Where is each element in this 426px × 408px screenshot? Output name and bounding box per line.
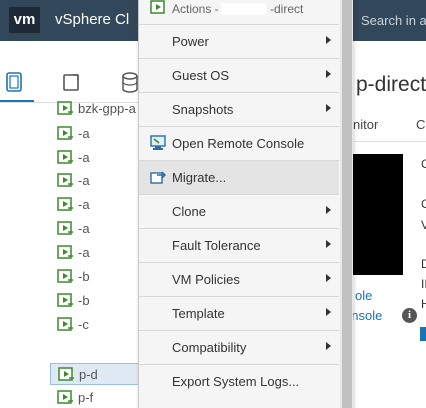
vm-icon bbox=[57, 390, 75, 408]
menu-item-label: VM Policies bbox=[172, 272, 240, 287]
tree-vm-item[interactable]: -a bbox=[50, 218, 142, 240]
vm-icon bbox=[57, 173, 75, 194]
vm-icon bbox=[57, 221, 75, 242]
menu-item-export-system-logs[interactable]: Export System Logs... bbox=[139, 364, 339, 398]
storage-icon[interactable] bbox=[121, 72, 139, 94]
inventory-tree: bzk-gpp-a -a -a -a -a -a -a -b -b -c p-d p-f bbox=[0, 101, 142, 408]
summary-label: II bbox=[421, 277, 426, 291]
search-placeholder: Search in a bbox=[361, 13, 426, 28]
status-indicator bbox=[420, 327, 426, 341]
launch-web-console-link[interactable]: ole bbox=[355, 288, 372, 303]
menu-item-label: Guest OS bbox=[172, 68, 230, 83]
summary-label: C bbox=[421, 157, 426, 171]
object-title: p-direct bbox=[356, 73, 426, 96]
submenu-arrow-icon bbox=[326, 274, 331, 282]
tree-vm-item[interactable]: -b bbox=[50, 290, 142, 312]
submenu-arrow-icon bbox=[326, 36, 331, 44]
vm-icon bbox=[57, 101, 75, 122]
migrate-icon bbox=[150, 169, 168, 190]
tree-vm-item[interactable]: -a bbox=[50, 147, 142, 169]
hosts-clusters-icon[interactable] bbox=[6, 72, 22, 92]
vm-icon bbox=[57, 150, 75, 171]
vm-icon bbox=[58, 367, 76, 388]
menu-item-label: Template bbox=[172, 306, 225, 321]
submenu-arrow-icon bbox=[326, 308, 331, 316]
vm-icon bbox=[57, 269, 75, 290]
menu-item-label: Export System Logs... bbox=[172, 374, 300, 389]
tree-vm-item[interactable]: bzk-gpp-a bbox=[50, 98, 142, 120]
menu-item-label: Open Remote Console bbox=[172, 136, 305, 151]
menu-item-clone[interactable]: Clone bbox=[139, 194, 339, 228]
tree-vm-item[interactable]: -a bbox=[50, 242, 142, 264]
tab-divider bbox=[353, 141, 426, 142]
vm-icon bbox=[150, 0, 165, 14]
info-icon[interactable]: i bbox=[402, 308, 417, 323]
global-search-input[interactable]: Search in a bbox=[352, 6, 426, 35]
menu-item-guest-os[interactable]: Guest OS bbox=[139, 58, 339, 92]
menu-item-open-remote-console[interactable]: Open Remote Console bbox=[139, 126, 339, 160]
submenu-arrow-icon bbox=[326, 342, 331, 350]
app-title: vSphere Cl bbox=[55, 11, 130, 28]
tree-vm-item[interactable]: -a bbox=[50, 194, 142, 216]
menu-item-compatibility[interactable]: Compatibility bbox=[139, 330, 339, 364]
console-thumbnail[interactable] bbox=[353, 154, 403, 275]
summary-label: D bbox=[421, 257, 426, 271]
submenu-arrow-icon bbox=[326, 104, 331, 112]
vms-templates-icon[interactable] bbox=[63, 72, 81, 92]
tab-configure[interactable]: C bbox=[416, 117, 425, 132]
tree-vm-item[interactable]: -b bbox=[50, 266, 142, 288]
menu-item-fault-tolerance[interactable]: Fault Tolerance bbox=[139, 228, 339, 262]
summary-label: H bbox=[421, 297, 426, 311]
menu-item-label: Power bbox=[172, 34, 209, 49]
vm-icon bbox=[57, 245, 75, 266]
summary-label: C bbox=[421, 197, 426, 211]
submenu-arrow-icon bbox=[326, 240, 331, 248]
menu-scrollbar[interactable] bbox=[340, 0, 353, 408]
submenu-arrow-icon bbox=[326, 70, 331, 78]
vm-icon bbox=[57, 126, 75, 147]
summary-label: V bbox=[421, 218, 426, 232]
menu-item-template[interactable]: Template bbox=[139, 296, 339, 330]
tab-monitor[interactable]: nitor bbox=[353, 117, 378, 132]
tree-vm-item[interactable]: p-d bbox=[50, 363, 142, 385]
tree-vm-item[interactable]: p-f bbox=[50, 387, 142, 408]
vm-icon bbox=[57, 317, 75, 338]
menu-item-power[interactable]: Power bbox=[139, 24, 339, 58]
menu-item-label: Fault Tolerance bbox=[172, 238, 261, 253]
vmware-logo[interactable]: vm bbox=[9, 7, 40, 33]
tree-vm-item[interactable]: -a bbox=[50, 123, 142, 145]
submenu-arrow-icon bbox=[326, 206, 331, 214]
menu-item-label: Compatibility bbox=[172, 340, 247, 355]
menu-item-label: Clone bbox=[172, 204, 206, 219]
redaction bbox=[221, 3, 266, 15]
vm-icon bbox=[57, 293, 75, 314]
remote-console-icon bbox=[150, 135, 168, 156]
menu-header: Actions - -direct bbox=[139, 0, 339, 23]
menu-item-snapshots[interactable]: Snapshots bbox=[139, 92, 339, 126]
tree-vm-item[interactable]: -a bbox=[50, 170, 142, 192]
menu-item-label: Snapshots bbox=[172, 102, 234, 117]
menu-item-migrate[interactable]: Migrate... bbox=[139, 160, 339, 194]
menu-item-label: Migrate... bbox=[172, 170, 227, 185]
vm-icon bbox=[57, 197, 75, 218]
menu-item-vm-policies[interactable]: VM Policies bbox=[139, 262, 339, 296]
menu-scrollbar-thumb[interactable] bbox=[342, 0, 352, 408]
vm-actions-context-menu: Actions - -direct Power Guest OS Snapshots… bbox=[138, 0, 353, 408]
tree-vm-item[interactable]: -c bbox=[50, 314, 142, 336]
navigator-icon-bar bbox=[0, 41, 140, 101]
